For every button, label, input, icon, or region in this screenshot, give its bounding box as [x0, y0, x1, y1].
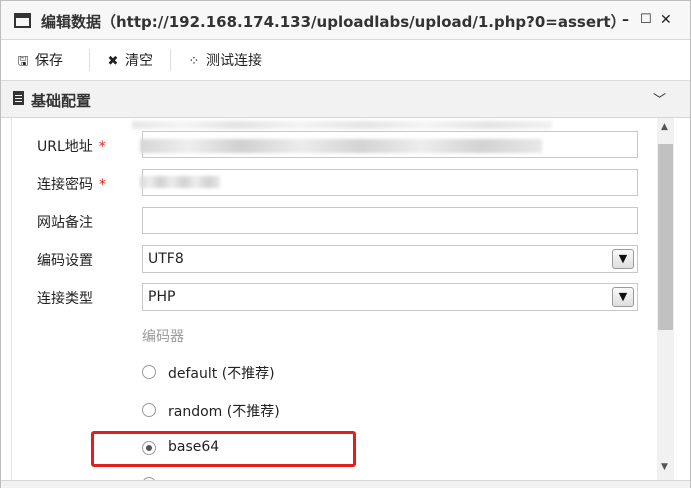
redacted-url: [140, 139, 542, 153]
vertical-scrollbar[interactable]: ▲ ▼: [657, 118, 674, 480]
encoder-label: default (不推荐): [168, 366, 275, 382]
next-section-header[interactable]: [1, 480, 690, 488]
scrollbar-thumb[interactable]: [658, 144, 673, 330]
radio-icon: [142, 365, 156, 379]
radio-icon: [142, 403, 156, 417]
basic-config-header[interactable]: 基础配置 ﹀: [1, 81, 690, 118]
type-label: 连接类型: [37, 291, 93, 307]
required-mark: *: [99, 177, 106, 193]
required-mark: *: [98, 139, 106, 155]
toolbar: 🖫 保存 ✖ 清空 ⁘ 测试连接: [1, 40, 690, 81]
scroll-down-icon[interactable]: ▼: [661, 462, 668, 472]
test-connection-button[interactable]: ⁘ 测试连接: [186, 50, 262, 70]
encoding-label: 编码设置: [37, 253, 93, 269]
type-select[interactable]: PHP ▼: [142, 283, 638, 311]
close-button[interactable]: ✕: [660, 12, 672, 28]
encoder-label: random (不推荐): [168, 404, 280, 420]
document-icon: [13, 91, 24, 105]
config-form: URL地址 * 连接密码 * 网站备注 编码设置 UTF8 ▼ 连接类型 PHP ▼…: [11, 118, 657, 480]
scroll-up-icon[interactable]: ▲: [661, 122, 668, 132]
encoding-select[interactable]: UTF8 ▼: [142, 245, 638, 273]
spinner-icon: ⁘: [188, 54, 200, 69]
toolbar-divider: [170, 49, 171, 71]
clear-button[interactable]: ✖ 清空: [105, 50, 153, 70]
note-label: 网站备注: [37, 215, 93, 231]
clear-label: 清空: [125, 53, 153, 69]
redacted-password: [140, 176, 220, 188]
redacted-url-overflow: [132, 121, 552, 129]
floppy-disk-icon: 🖫: [17, 54, 29, 69]
encoder-group-label: 编码器: [142, 329, 184, 345]
minimize-button[interactable]: –: [622, 12, 629, 28]
toolbar-divider: [89, 49, 90, 71]
chevron-down-icon[interactable]: ﹀: [653, 89, 666, 108]
test-connection-label: 测试连接: [206, 53, 262, 69]
maximize-button[interactable]: ☐: [640, 12, 652, 27]
highlight-box: [91, 431, 356, 467]
chevron-down-icon: ▼: [612, 249, 634, 269]
chevron-down-icon: ▼: [612, 287, 634, 307]
type-value: PHP: [148, 289, 176, 305]
window-icon: [14, 13, 31, 28]
x-icon: ✖: [107, 54, 119, 69]
title-bar[interactable]: 编辑数据（http://192.168.174.133/uploadlabs/u…: [1, 1, 690, 40]
edit-data-window: 编辑数据（http://192.168.174.133/uploadlabs/u…: [0, 0, 691, 488]
url-label: URL地址 *: [37, 139, 106, 155]
save-label: 保存: [35, 53, 63, 69]
password-label: 连接密码 *: [37, 177, 106, 193]
section-title: 基础配置: [31, 92, 92, 110]
note-input[interactable]: [142, 207, 638, 234]
save-button[interactable]: 🖫 保存: [15, 50, 63, 70]
encoding-value: UTF8: [148, 251, 184, 267]
window-title: 编辑数据（http://192.168.174.133/uploadlabs/u…: [41, 13, 626, 31]
